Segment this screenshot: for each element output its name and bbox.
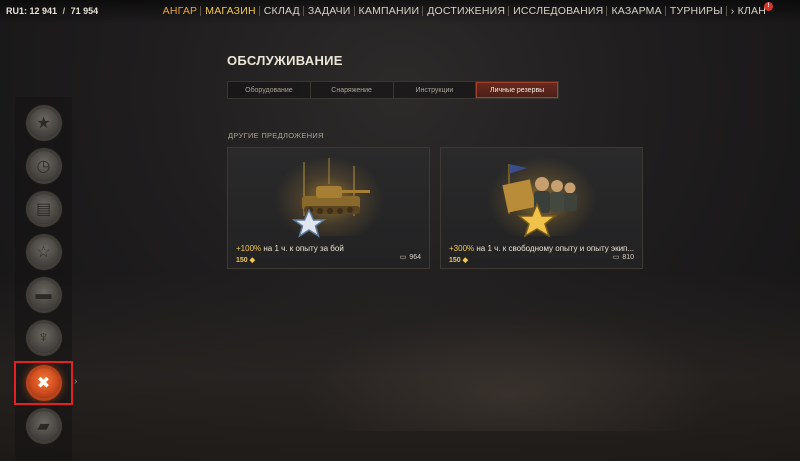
- server-name: RU1:: [6, 6, 28, 16]
- offer-owned-count: ▭ 964: [399, 253, 421, 262]
- nav-depot[interactable]: СКЛАД: [258, 5, 304, 17]
- nav-barracks[interactable]: КАЗАРМА: [606, 5, 665, 17]
- clan-arrow-icon: ›: [730, 5, 735, 17]
- owned-count-value: 810: [622, 253, 634, 261]
- sidebar-item-premium[interactable]: ★: [15, 102, 72, 144]
- nav-research[interactable]: ИССЛЕДОВАНИЯ: [508, 5, 607, 17]
- sidebar-item-currency[interactable]: ▤: [15, 188, 72, 230]
- offer-owned-count: ▭ 810: [612, 253, 634, 262]
- nav-campaigns[interactable]: КАМПАНИИ: [353, 5, 424, 17]
- server-online-counter: RU1: 12 941 / 71 954: [6, 6, 98, 16]
- nav-missions[interactable]: ЗАДАЧИ: [302, 5, 355, 17]
- main-navigation: АНГАР МАГАЗИН СКЛАД ЗАДАЧИ КАМПАНИИ ДОСТ…: [159, 2, 773, 17]
- clock-icon: ◷: [28, 151, 59, 181]
- offer-description: +100% на 1 ч. к опыту за бой: [236, 244, 344, 253]
- star-wreath-icon: ☆: [28, 237, 59, 267]
- gold-bar-icon: ▰: [28, 411, 59, 441]
- sidebar-item-maintenance[interactable]: ✖: [14, 361, 73, 405]
- offer-price: 150 ◆: [236, 256, 255, 264]
- server-players-count: 12 941: [29, 6, 58, 16]
- offer-bonus-text: на 1 ч. к свободному опыту и опыту экип.…: [474, 244, 635, 253]
- gold-coin-icon: ◆: [462, 257, 469, 264]
- tank-icon: ▬: [28, 280, 59, 310]
- nav-clan-label: КЛАН: [737, 5, 766, 17]
- offer-card-combat-xp[interactable]: +100% на 1 ч. к опыту за бой 150 ◆ ▭ 964: [227, 147, 430, 269]
- offer-card-free-crew-xp[interactable]: +300% на 1 ч. к свободному опыту и опыту…: [440, 147, 643, 269]
- page-title: ОБСЛУЖИВАНИЕ: [227, 53, 343, 68]
- owned-count-value: 964: [409, 253, 421, 261]
- background-terrain: [0, 271, 800, 461]
- sidebar-item-vehicles[interactable]: ▬: [15, 274, 72, 316]
- tab-personal-reserves[interactable]: Личные резервы: [476, 82, 558, 98]
- crew-reserve-icon: [501, 164, 577, 238]
- tab-equipment[interactable]: Оборудование: [228, 82, 311, 98]
- money-icon: ▤: [28, 194, 59, 224]
- maintenance-tabs: Оборудование Снаряжение Инструкции Личны…: [227, 81, 559, 99]
- top-bar: RU1: 12 941 / 71 954 АНГАР МАГАЗИН СКЛАД…: [0, 0, 800, 24]
- shop-sidebar: ★ ◷ ▤ ☆ ▬ ♆ ✖ ▰: [14, 97, 73, 461]
- star-icon: ★: [28, 108, 59, 138]
- tab-consumables[interactable]: Снаряжение: [311, 82, 394, 98]
- nav-tournaments[interactable]: ТУРНИРЫ: [664, 5, 727, 17]
- offer-bonus-percent: +100%: [236, 244, 262, 253]
- nav-clan[interactable]: › КЛАН !: [725, 2, 773, 17]
- tank-reserve-icon: [291, 158, 370, 238]
- server-separator: /: [62, 6, 66, 16]
- wrench-screwdriver-icon: ✖: [28, 368, 59, 398]
- nav-shop[interactable]: МАГАЗИН: [200, 5, 260, 17]
- gold-coin-icon: ◆: [249, 257, 256, 264]
- sidebar-item-specials[interactable]: ☆: [15, 231, 72, 273]
- stock-icon: ▭: [612, 254, 620, 261]
- offer-price: 150 ◆: [449, 256, 468, 264]
- total-players-count: 71 954: [70, 6, 99, 16]
- background-ridge: [300, 311, 720, 431]
- nav-achievements[interactable]: ДОСТИЖЕНИЯ: [422, 5, 509, 17]
- sidebar-expand-arrow-icon[interactable]: ›: [74, 376, 77, 387]
- offer-bonus-percent: +300%: [449, 244, 475, 253]
- section-heading: ДРУГИЕ ПРЕДЛОЖЕНИЯ: [228, 131, 324, 140]
- stock-icon: ▭: [399, 254, 407, 261]
- sidebar-item-gold[interactable]: ▰: [15, 405, 72, 447]
- clan-notification-badge: !: [764, 2, 773, 11]
- tab-directives[interactable]: Инструкции: [394, 82, 477, 98]
- brush-icon: ♆: [28, 323, 59, 353]
- offer-price-value: 150: [236, 257, 248, 264]
- sidebar-item-customization[interactable]: ♆: [15, 317, 72, 359]
- offer-price-value: 150: [449, 257, 461, 264]
- offer-description: +300% на 1 ч. к свободному опыту и опыту…: [449, 244, 634, 253]
- nav-hangar[interactable]: АНГАР: [159, 5, 202, 17]
- offer-bonus-text: на 1 ч. к опыту за бой: [261, 244, 344, 253]
- sidebar-item-premium-account[interactable]: ◷: [15, 145, 72, 187]
